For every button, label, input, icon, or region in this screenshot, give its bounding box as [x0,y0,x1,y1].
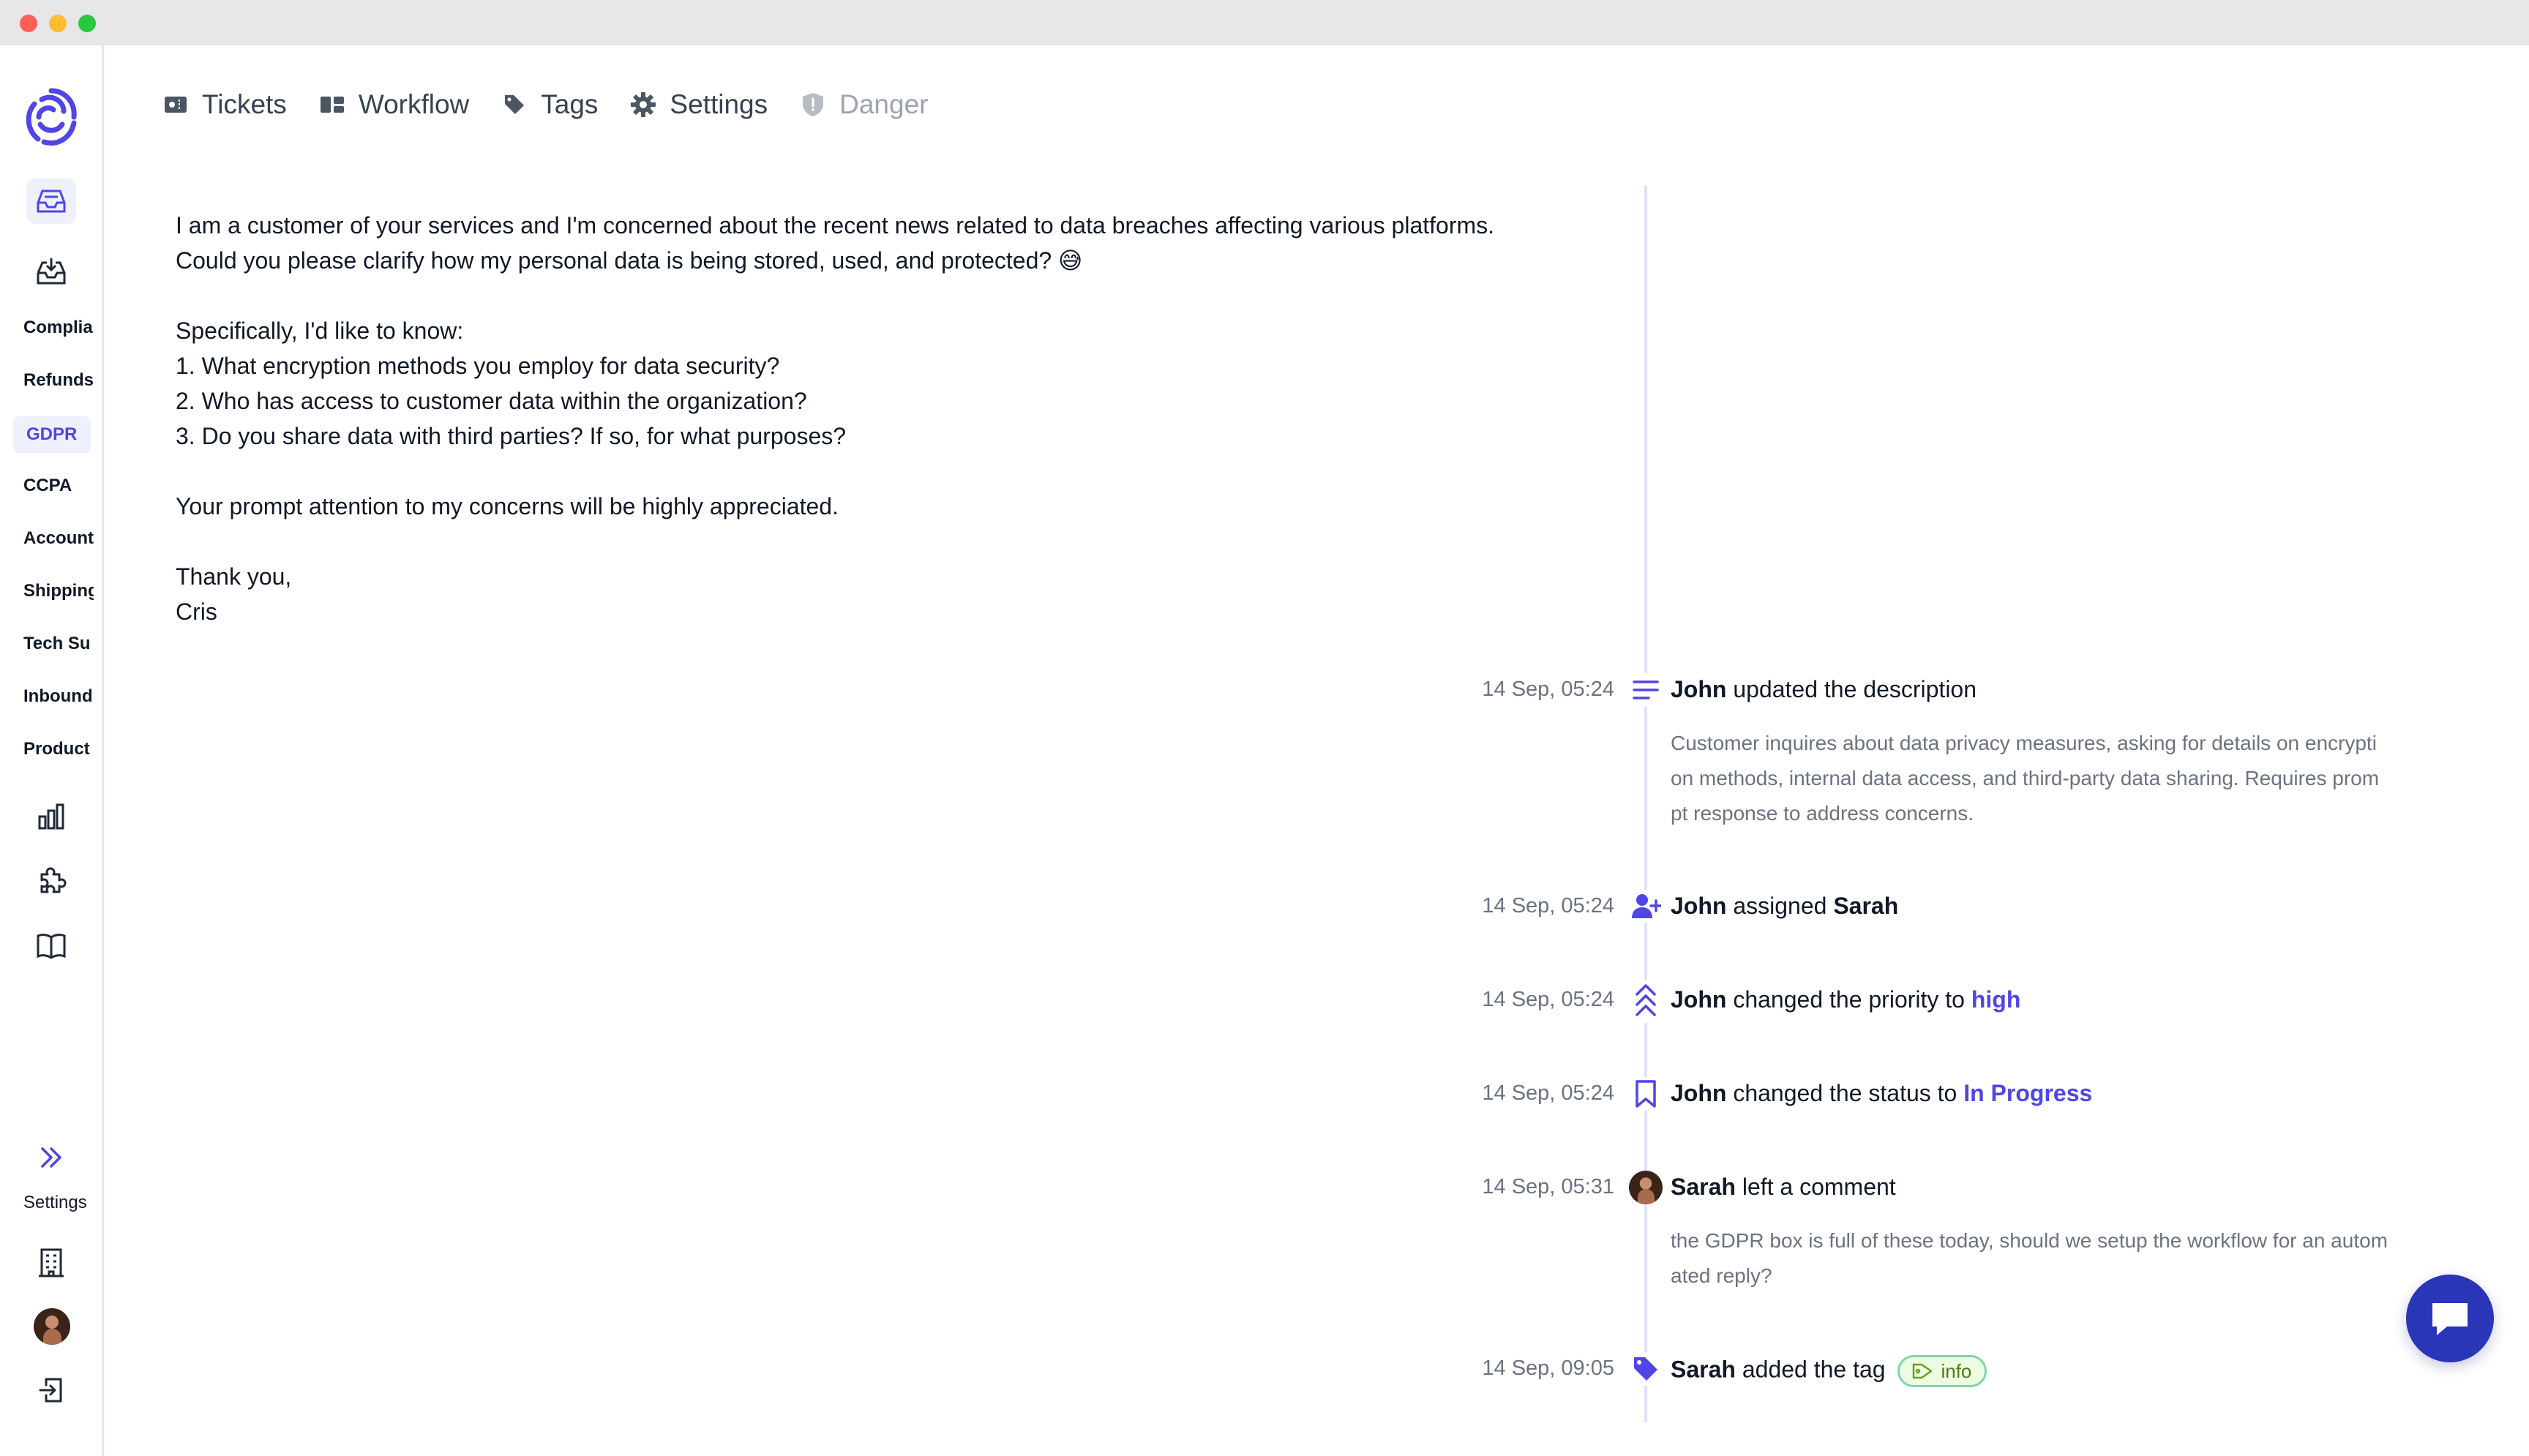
event-time: 14 Sep, 05:31 [1482,1175,1614,1198]
event-time: 14 Sep, 09:05 [1482,1356,1614,1380]
message-line: 1. What encryption methods you employ fo… [176,353,780,379]
event-time: 14 Sep, 05:24 [1482,678,1614,701]
timeline-line [1644,186,1647,1422]
tab-danger-label: Danger [839,89,929,119]
event-actor[interactable]: John [1671,1080,1726,1106]
chevrons-up-icon [1629,980,1663,1023]
tab-settings-label: Settings [670,89,768,119]
inbox-icon[interactable] [26,179,76,224]
tag-filled-icon [1629,1352,1663,1386]
close-window-button[interactable] [20,15,37,32]
message-line [176,524,1639,559]
app-logo[interactable] [20,82,83,155]
message-line: Your prompt attention to my concerns wil… [176,493,839,519]
category-account[interactable]: Account [23,528,94,549]
ticket-icon [162,91,189,118]
event-text: John updated the description [1671,676,1977,703]
download-inbox-icon[interactable] [32,253,70,291]
message-line: Cris [176,598,217,625]
message-line: 2. Who has access to customer data withi… [176,388,807,414]
chat-bubble-icon [2432,1303,2468,1335]
event-text: Sarah added the tag info [1671,1355,1987,1387]
event-verb: added the tag [1742,1356,1886,1383]
tab-tags[interactable]: Tags [501,86,598,123]
sidebar: Complia Refunds GDPR CCPA Account Shippi… [0,45,104,1456]
event-time: 14 Sep, 05:24 [1482,988,1614,1011]
tag-outline-icon [1913,1363,1933,1379]
message-line [176,454,1639,489]
event-time: 14 Sep, 05:24 [1482,894,1614,917]
tag-icon [501,91,528,118]
double-chevron-right-icon[interactable] [32,1138,70,1177]
event-actor[interactable]: Sarah [1671,1356,1736,1382]
message-line: Could you please clarify how my personal… [176,247,1083,274]
comment-text: the GDPR box is full of these today, sho… [1671,1229,2388,1287]
workflow-icon [319,91,345,118]
message-line: Specifically, I'd like to know: [176,318,464,344]
shield-icon [800,91,826,118]
gear-icon [630,91,656,118]
event-text: John changed the status to In Progress [1671,1080,2092,1107]
message-line: Thank you, [176,563,292,590]
tab-workflow-label: Workflow [358,89,470,119]
description-lines-icon [1629,673,1663,707]
event-text: John assigned Sarah [1671,893,1898,920]
category-gdpr[interactable]: GDPR [13,416,91,453]
tab-tags-label: Tags [541,89,599,119]
event-detail: Customer inquires about data privacy mea… [1671,732,2380,825]
category-shipping[interactable]: Shipping [23,581,94,601]
logout-icon[interactable] [32,1371,70,1409]
tab-workflow[interactable]: Workflow [319,86,469,123]
event-verb: changed the priority to [1733,986,1965,1013]
category-refunds[interactable]: Refunds [23,370,94,391]
message-line [176,278,1639,313]
tab-tickets[interactable]: Tickets [162,86,287,123]
tag-label: info [1941,1359,1972,1382]
maximize-window-button[interactable] [78,15,96,32]
sidebar-settings-label[interactable]: Settings [23,1193,87,1213]
ticket-message: I am a customer of your services and I'm… [176,208,1639,629]
category-ccpa[interactable]: CCPA [23,476,94,496]
tag-pill[interactable]: info [1897,1355,1987,1387]
event-verb: updated the description [1733,676,1977,702]
event-actor[interactable]: John [1671,676,1726,702]
commenter-avatar [1629,1171,1663,1204]
event-actor[interactable]: John [1671,893,1726,919]
user-avatar[interactable] [34,1308,70,1345]
puzzle-icon[interactable] [32,862,70,900]
event-text: Sarah left a comment [1671,1174,1896,1201]
message-line: I am a customer of your services and I'm… [176,212,1495,239]
minimize-window-button[interactable] [49,15,67,32]
status-value: In Progress [1963,1080,2093,1106]
bookmark-icon [1629,1077,1663,1111]
event-text: John changed the priority to high [1671,986,2020,1013]
priority-value: high [1971,986,2021,1013]
category-product[interactable]: Product [23,739,94,759]
tab-settings[interactable]: Settings [630,86,768,123]
event-actor[interactable]: John [1671,986,1726,1013]
category-inbound[interactable]: Inbound [23,686,94,707]
event-target[interactable]: Sarah [1833,893,1898,919]
event-verb: left a comment [1742,1174,1896,1200]
event-verb: assigned [1733,893,1827,919]
tab-danger[interactable]: Danger [800,86,928,123]
chat-button[interactable] [2406,1275,2494,1362]
tab-tickets-label: Tickets [202,89,287,119]
book-icon[interactable] [32,926,70,964]
event-verb: changed the status to [1733,1080,1957,1106]
top-tabs: Tickets Workflow Tags Settings Danger [162,86,960,123]
bar-chart-icon[interactable] [32,798,70,836]
window-titlebar [0,0,2529,45]
user-plus-icon [1629,890,1663,923]
category-compliance[interactable]: Complia [23,318,94,338]
message-line: 3. Do you share data with third parties?… [176,423,847,449]
event-actor[interactable]: Sarah [1671,1174,1736,1200]
event-time: 14 Sep, 05:24 [1482,1081,1614,1105]
building-icon[interactable] [32,1244,70,1282]
category-tech-support[interactable]: Tech Su [23,634,94,654]
